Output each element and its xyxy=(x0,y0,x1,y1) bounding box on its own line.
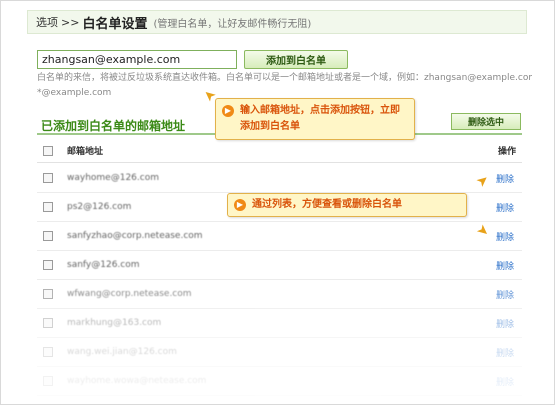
row-address: sanfy@126.com xyxy=(67,260,140,270)
row-checkbox[interactable] xyxy=(43,231,53,241)
row-address: ps2@126.com xyxy=(67,202,132,212)
row-checkbox[interactable] xyxy=(43,173,53,183)
table-row: wang.wei.jian@126.com 删除 xyxy=(37,338,522,367)
row-delete-link[interactable]: 删除 xyxy=(496,201,514,214)
tip-callout-add: ▶ 输入邮箱地址，点击添加按钮，立即添加到白名单 xyxy=(215,98,415,140)
table-header: 邮箱地址 操作 xyxy=(37,139,522,163)
breadcrumb-separator: >> xyxy=(61,15,80,29)
row-checkbox[interactable] xyxy=(43,260,53,270)
breadcrumb-options[interactable]: 选项 xyxy=(36,14,58,30)
table-row: markhung@163.com 删除 xyxy=(37,309,522,338)
add-to-whitelist-button[interactable]: 添加到白名单 xyxy=(244,50,348,69)
header-bar: 选项 >> 白名单设置 (管理白名单，让好友邮件畅行无阻) xyxy=(27,10,527,34)
row-delete-link[interactable]: 删除 xyxy=(496,230,514,243)
tip-bullet-icon: ▶ xyxy=(222,105,234,117)
row-checkbox[interactable] xyxy=(43,318,53,328)
row-checkbox[interactable] xyxy=(43,347,53,357)
tip-text-list: 通过列表，方便查看或删除白名单 xyxy=(252,199,402,210)
table-row: sanfyzhao@corp.netease.com 删除 xyxy=(37,222,522,251)
tip-bullet-icon: ▶ xyxy=(234,199,246,211)
row-address: wang.wei.jian@126.com xyxy=(67,347,177,357)
row-address: markhung@163.com xyxy=(67,318,162,328)
whitelist-settings-panel: 选项 >> 白名单设置 (管理白名单，让好友邮件畅行无阻) 添加到白名单 白名单… xyxy=(0,0,555,405)
table-row: wayhome@126.com 删除 xyxy=(37,164,522,193)
row-delete-link[interactable]: 删除 xyxy=(496,375,514,388)
page-subtitle: (管理白名单，让好友邮件畅行无阻) xyxy=(153,18,312,30)
row-checkbox[interactable] xyxy=(43,289,53,299)
row-delete-link[interactable]: 删除 xyxy=(496,172,514,185)
column-header-action: 操作 xyxy=(497,147,516,157)
row-delete-link[interactable]: 删除 xyxy=(496,317,514,330)
delete-selected-button[interactable]: 删除选中 xyxy=(451,113,521,130)
row-delete-link[interactable]: 删除 xyxy=(496,346,514,359)
row-delete-link[interactable]: 删除 xyxy=(496,288,514,301)
row-checkbox[interactable] xyxy=(43,376,53,386)
row-address: wayhome.wowa@netease.com xyxy=(67,376,207,386)
section-title: 已添加到白名单的邮箱地址 xyxy=(41,119,186,133)
tip-callout-list: ▶ 通过列表，方便查看或删除白名单 xyxy=(227,193,467,217)
row-checkbox[interactable] xyxy=(43,202,53,212)
page-title: 白名单设置 xyxy=(82,16,148,32)
tip-text-add: 输入邮箱地址，点击添加按钮，立即添加到白名单 xyxy=(240,105,400,132)
table-row: sanfy@126.com 删除 xyxy=(37,251,522,280)
column-header-address: 邮箱地址 xyxy=(67,147,104,157)
email-input[interactable] xyxy=(37,50,237,69)
help-text: 白名单的来信，将被过反垃圾系统直达收件箱。白名单可以是一个邮箱地址或者是一个域，… xyxy=(37,71,532,101)
table-row: wfwang@corp.netease.com 删除 xyxy=(37,280,522,309)
row-address: sanfyzhao@corp.netease.com xyxy=(67,231,203,241)
row-address: wfwang@corp.netease.com xyxy=(67,289,192,299)
row-address: wayhome@126.com xyxy=(67,173,159,183)
select-all-checkbox[interactable] xyxy=(43,145,53,156)
table-row: wayhome.wowa@netease.com 删除 xyxy=(37,367,522,396)
help-text-line1: 白名单的来信，将被过反垃圾系统直达收件箱。白名单可以是一个邮箱地址或者是一个域，… xyxy=(37,73,532,83)
row-delete-link[interactable]: 删除 xyxy=(496,259,514,272)
